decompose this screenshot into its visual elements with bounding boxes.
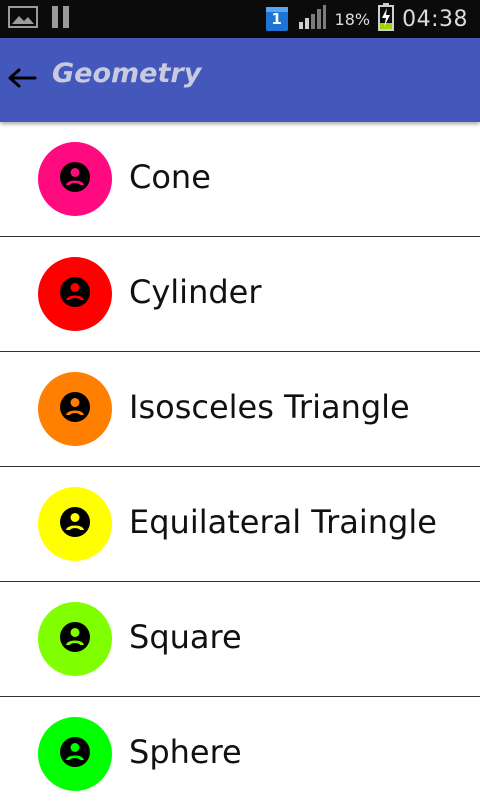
list-item-cone[interactable]: Cone bbox=[0, 122, 480, 237]
list-item-label: Equilateral Traingle bbox=[129, 503, 437, 541]
avatar bbox=[38, 372, 112, 446]
pause-icon bbox=[50, 5, 72, 33]
account-circle-icon bbox=[58, 735, 92, 773]
image-icon bbox=[8, 5, 38, 33]
list-item-label: Isosceles Triangle bbox=[129, 388, 410, 426]
notification-badge: 1 bbox=[271, 10, 282, 28]
status-right-icons: 1 18% 04:38 bbox=[265, 3, 468, 35]
shape-list: Cone Cylinder Isosceles Triangle Equilat… bbox=[0, 122, 480, 811]
calendar-badge-icon: 1 bbox=[265, 6, 289, 32]
list-item-label: Square bbox=[129, 618, 242, 656]
list-item-label: Sphere bbox=[129, 733, 242, 771]
arrow-left-icon bbox=[7, 67, 37, 93]
status-bar: 1 18% 04:38 bbox=[0, 0, 480, 38]
clock: 04:38 bbox=[402, 6, 468, 32]
avatar bbox=[38, 487, 112, 561]
battery-percent: 18% bbox=[334, 9, 371, 29]
list-item-label: Cylinder bbox=[129, 273, 262, 311]
page-title: Geometry bbox=[52, 58, 202, 89]
account-circle-icon bbox=[58, 160, 92, 198]
list-item-label: Cone bbox=[129, 158, 211, 196]
back-button[interactable] bbox=[4, 62, 40, 98]
app-bar: Geometry bbox=[0, 38, 480, 122]
list-item-isosceles-triangle[interactable]: Isosceles Triangle bbox=[0, 352, 480, 467]
avatar bbox=[38, 602, 112, 676]
list-item-cylinder[interactable]: Cylinder bbox=[0, 237, 480, 352]
account-circle-icon bbox=[58, 275, 92, 313]
account-circle-icon bbox=[58, 620, 92, 658]
battery-charging-icon bbox=[378, 3, 395, 35]
avatar bbox=[38, 717, 112, 791]
account-circle-icon bbox=[58, 390, 92, 428]
list-item-square[interactable]: Square bbox=[0, 582, 480, 697]
avatar bbox=[38, 257, 112, 331]
list-item-sphere[interactable]: Sphere bbox=[0, 697, 480, 811]
signal-icon bbox=[297, 4, 327, 34]
account-circle-icon bbox=[58, 505, 92, 543]
list-item-equilateral-triangle[interactable]: Equilateral Traingle bbox=[0, 467, 480, 582]
status-left-icons bbox=[8, 6, 72, 32]
avatar bbox=[38, 142, 112, 216]
